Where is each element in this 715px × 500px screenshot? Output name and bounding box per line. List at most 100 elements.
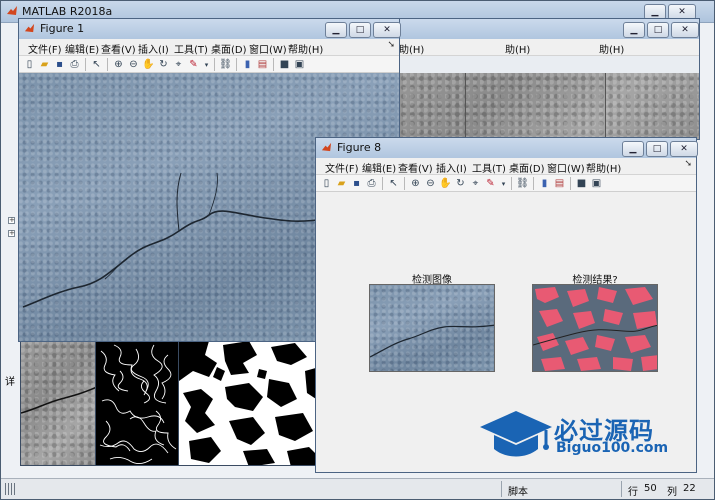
- edge-map-image: [99, 344, 177, 464]
- menubar-dock-arrow-icon[interactable]: ➘: [387, 40, 395, 50]
- menu-help-fragment[interactable]: 助(H): [599, 41, 624, 56]
- close-button[interactable]: ✕: [373, 22, 401, 38]
- colorbar-icon[interactable]: ▮: [241, 58, 254, 71]
- open-folder-icon[interactable]: ▰: [335, 177, 348, 190]
- brush-icon[interactable]: ✎: [484, 177, 497, 190]
- tree-expand-icon[interactable]: +: [8, 217, 15, 224]
- data-cursor-icon[interactable]: ⌖: [469, 177, 482, 190]
- figure-8-title-bar[interactable]: Figure 8 ▁ □ ✕: [316, 138, 698, 158]
- status-mode: 脚本: [508, 487, 528, 498]
- data-cursor-icon[interactable]: ⌖: [172, 58, 185, 71]
- rotate-icon[interactable]: ↻: [454, 177, 467, 190]
- col-value: 22: [683, 483, 696, 494]
- chevron-down-icon[interactable]: ▾: [200, 58, 213, 71]
- menu-window[interactable]: 窗口(W): [547, 160, 585, 175]
- status-bar: 脚本 行 50 列 22: [1, 478, 714, 499]
- binary-mask-image: [179, 341, 317, 465]
- row-label: 行: [628, 487, 638, 498]
- graduation-cap-icon: [480, 411, 552, 457]
- close-button[interactable]: ✕: [671, 22, 699, 38]
- menu-edit[interactable]: 编辑(E): [65, 41, 99, 56]
- menubar-dock-arrow-icon[interactable]: ➘: [684, 159, 692, 169]
- menu-insert[interactable]: 插入(I): [436, 160, 467, 175]
- save-icon[interactable]: ▪: [53, 58, 66, 71]
- pan-icon[interactable]: ✋: [142, 58, 155, 71]
- menu-help[interactable]: 帮助(H): [586, 160, 621, 175]
- zoom-in-icon[interactable]: ⊕: [112, 58, 125, 71]
- row-value: 50: [644, 483, 657, 494]
- panel-label-fragment: 详: [5, 377, 15, 388]
- link-icon[interactable]: ⛓: [516, 177, 529, 190]
- col-label: 列: [667, 487, 677, 498]
- pan-icon[interactable]: ✋: [439, 177, 452, 190]
- pointer-icon[interactable]: ↖: [387, 177, 400, 190]
- menu-insert[interactable]: 插入(I): [138, 41, 169, 56]
- menu-view[interactable]: 查看(V): [101, 41, 136, 56]
- chevron-down-icon[interactable]: ▾: [497, 177, 510, 190]
- menu-desktop[interactable]: 桌面(D): [211, 41, 247, 56]
- menu-edit[interactable]: 编辑(E): [362, 160, 396, 175]
- show-plot-tools-icon[interactable]: ▣: [293, 58, 306, 71]
- background-figure-images: [361, 73, 699, 139]
- crack-overlay: [533, 287, 657, 371]
- workspace-tree: + + 详: [5, 143, 17, 388]
- grayscale-image-window[interactable]: [20, 340, 96, 466]
- colorbar-icon[interactable]: ▮: [538, 177, 551, 190]
- open-folder-icon[interactable]: ▰: [38, 58, 51, 71]
- crack-line: [370, 324, 494, 358]
- menu-help[interactable]: 帮助(H): [288, 41, 323, 56]
- print-icon[interactable]: ⎙: [365, 177, 378, 190]
- matlab-logo-icon: [321, 142, 332, 152]
- minimize-button[interactable]: ▁: [622, 141, 644, 157]
- rotate-icon[interactable]: ↻: [157, 58, 170, 71]
- resize-grip-icon[interactable]: [5, 483, 15, 495]
- figure-1-title: Figure 1: [40, 22, 85, 35]
- figure-8-menubar: 文件(F) 编辑(E) 查看(V) 插入(I) 工具(T) 桌面(D) 窗口(W…: [316, 158, 696, 175]
- menu-help-fragment[interactable]: 助(H): [505, 41, 530, 56]
- close-button[interactable]: ✕: [670, 141, 698, 157]
- menu-file[interactable]: 文件(F): [28, 41, 62, 56]
- new-file-icon[interactable]: ▯: [23, 58, 36, 71]
- edge-detection-window[interactable]: [95, 340, 180, 466]
- legend-icon[interactable]: ▤: [256, 58, 269, 71]
- menu-tools[interactable]: 工具(T): [472, 160, 506, 175]
- hide-plot-tools-icon[interactable]: ■: [575, 177, 588, 190]
- maximize-button[interactable]: □: [647, 22, 669, 38]
- figure-1-toolbar: ▯ ▰ ▪ ⎙ ↖ ⊕ ⊖ ✋ ↻ ⌖ ✎ ▾ ⛓ ▮ ▤ ■ ▣: [19, 56, 399, 73]
- detection-image: [369, 284, 495, 372]
- zoom-out-icon[interactable]: ⊖: [424, 177, 437, 190]
- menu-view[interactable]: 查看(V): [398, 160, 433, 175]
- watermark-url-text: Biguo100.com: [556, 440, 669, 456]
- menu-window[interactable]: 窗口(W): [249, 41, 287, 56]
- tree-expand-icon[interactable]: +: [8, 230, 15, 237]
- background-figure-menubar: 助(H) 助(H) 助(H): [361, 39, 699, 56]
- figure-1-title-bar[interactable]: Figure 1 ▁ □ ✕: [19, 19, 401, 39]
- zoom-in-icon[interactable]: ⊕: [409, 177, 422, 190]
- new-file-icon[interactable]: ▯: [320, 177, 333, 190]
- link-icon[interactable]: ⛓: [219, 58, 232, 71]
- minimize-button[interactable]: ▁: [325, 22, 347, 38]
- maximize-button[interactable]: □: [646, 141, 668, 157]
- figure-1-menubar: 文件(F) 编辑(E) 查看(V) 插入(I) 工具(T) 桌面(D) 窗口(W…: [19, 39, 399, 56]
- hide-plot-tools-icon[interactable]: ■: [278, 58, 291, 71]
- show-plot-tools-icon[interactable]: ▣: [590, 177, 603, 190]
- maximize-button[interactable]: □: [349, 22, 371, 38]
- matlab-logo-icon: [24, 23, 35, 33]
- menu-tools[interactable]: 工具(T): [174, 41, 208, 56]
- binary-image-window[interactable]: [178, 340, 318, 466]
- minimize-button[interactable]: ▁: [623, 22, 645, 38]
- background-figure-title-bar[interactable]: ▁ □ ✕: [361, 19, 699, 39]
- legend-icon[interactable]: ▤: [553, 177, 566, 190]
- matlab-logo-icon: [7, 6, 17, 15]
- brush-icon[interactable]: ✎: [187, 58, 200, 71]
- print-icon[interactable]: ⎙: [68, 58, 81, 71]
- background-figure-window[interactable]: ▁ □ ✕ 助(H) 助(H) 助(H): [360, 18, 700, 140]
- menu-file[interactable]: 文件(F): [325, 160, 359, 175]
- detection-result-image: [532, 284, 658, 372]
- app-title: MATLAB R2018a: [22, 5, 113, 18]
- menu-desktop[interactable]: 桌面(D): [509, 160, 545, 175]
- menu-help-fragment[interactable]: 助(H): [399, 41, 424, 56]
- zoom-out-icon[interactable]: ⊖: [127, 58, 140, 71]
- save-icon[interactable]: ▪: [350, 177, 363, 190]
- pointer-icon[interactable]: ↖: [90, 58, 103, 71]
